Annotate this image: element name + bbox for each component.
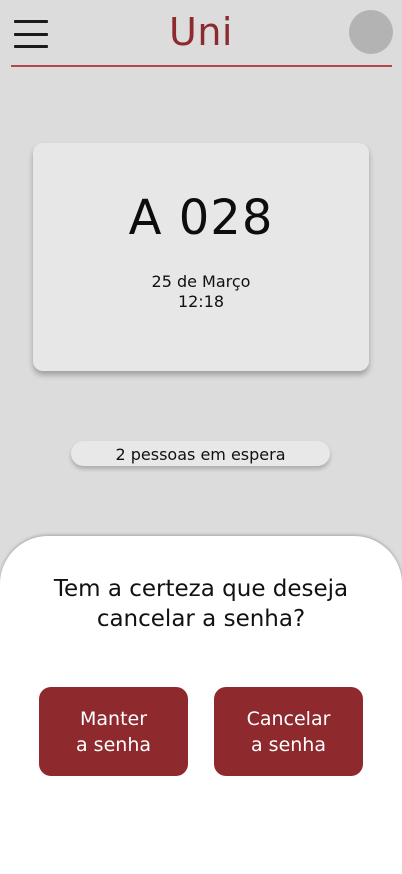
ticket-date: 25 de Março — [151, 272, 251, 291]
avatar[interactable] — [349, 10, 393, 54]
ticket-time: 12:18 — [177, 292, 225, 311]
confirmation-question: Tem a certeza que deseja cancelar a senh… — [53, 576, 349, 632]
ticket-card — [33, 143, 369, 371]
waiting-count-badge: 2 pessoas em espera — [71, 441, 330, 466]
ticket-number: A 028 — [128, 190, 274, 246]
header-divider — [11, 65, 392, 67]
keep-ticket-button[interactable]: Manter a senha — [39, 687, 188, 776]
cancel-ticket-button[interactable]: Cancelar a senha — [214, 687, 363, 776]
app-title: Uni — [169, 10, 233, 54]
